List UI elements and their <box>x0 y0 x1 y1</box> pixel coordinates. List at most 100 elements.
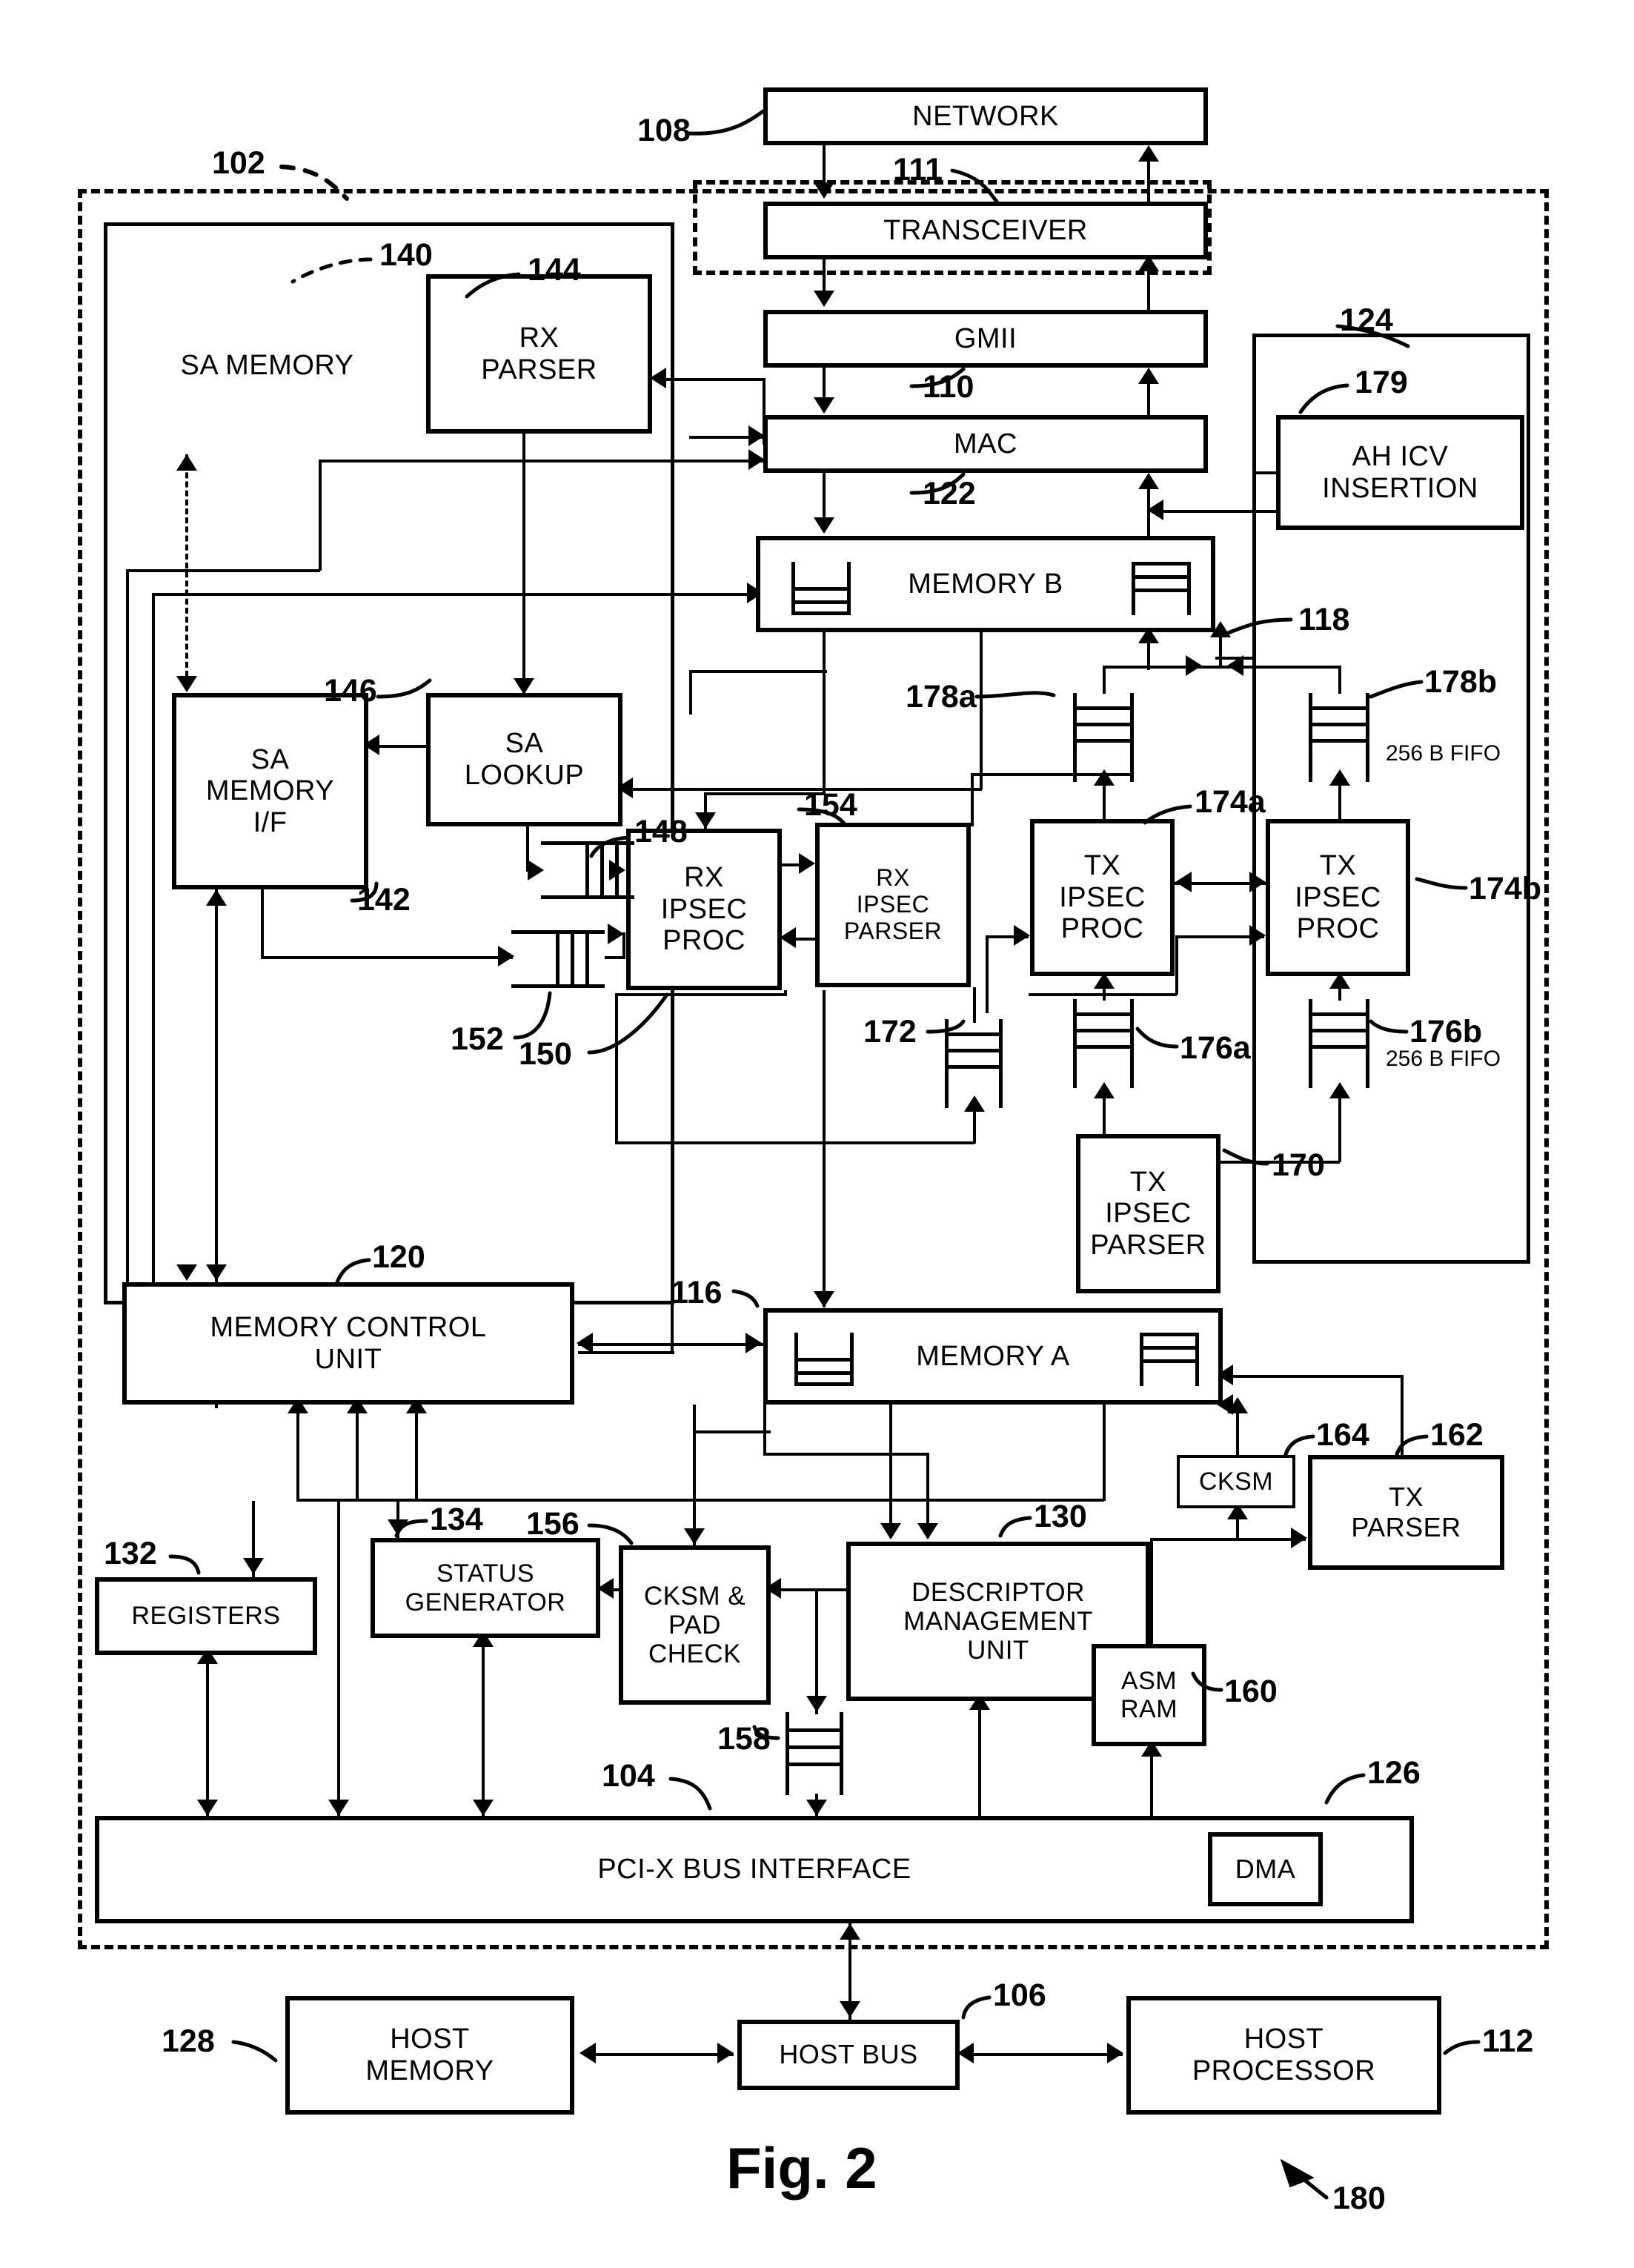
ref-164: 164 <box>1316 1417 1369 1453</box>
block-memory-a-label: MEMORY A <box>916 1340 1070 1372</box>
ref-112: 112 <box>1482 2023 1534 2059</box>
fifo-176b-icon <box>1309 999 1369 1088</box>
block-gmii[interactable]: GMII <box>763 310 1208 368</box>
wire-memoryb-down-to-salookup <box>980 631 983 789</box>
arrow-merge-right <box>1186 655 1202 676</box>
wire-txipseca-left-riser <box>986 935 989 1013</box>
block-asm-ram-line2: RAM <box>1120 1695 1178 1723</box>
arrow-into-mcu-1 <box>176 1264 197 1281</box>
block-ah-icv-insertion[interactable]: AH ICV INSERTION <box>1276 415 1524 530</box>
block-status-generator-line1: STATUS <box>436 1559 535 1588</box>
block-sa-memory-if[interactable]: SA MEMORY I/F <box>172 693 368 889</box>
block-dma-label: DMA <box>1235 1853 1296 1884</box>
ref-158: 158 <box>717 1721 771 1757</box>
block-cksm-pad-check[interactable]: CKSM & PAD CHECK <box>619 1545 771 1705</box>
block-network[interactable]: NETWORK <box>763 87 1208 145</box>
leader-128 <box>231 2040 278 2063</box>
block-host-processor[interactable]: HOST PROCESSOR <box>1126 1996 1441 2115</box>
arrow-merge-left <box>1227 655 1243 676</box>
block-tx-ipsec-parser[interactable]: TX IPSEC PARSER <box>1076 1134 1220 1293</box>
block-tx-parser[interactable]: TX PARSER <box>1308 1455 1504 1570</box>
wire-lower-bus-to-fifo172 <box>615 1141 974 1144</box>
wire-fifo172-riser <box>973 1108 976 1144</box>
block-transceiver-label: TRANSCEIVER <box>883 214 1088 246</box>
wire-asmram-to-pcix <box>1150 1746 1153 1819</box>
wire-sa-memory-dashed <box>185 454 188 677</box>
block-sa-lookup-line2: LOOKUP <box>464 760 585 791</box>
block-rx-parser-line2: PARSER <box>481 354 597 385</box>
wire-network-to-transceiver <box>823 145 826 184</box>
block-tx-ipsec-proc-b-line1: TX <box>1319 850 1357 882</box>
block-asm-ram[interactable]: ASM RAM <box>1092 1644 1206 1746</box>
arrow-mcu-rail-to-registers <box>243 1558 264 1574</box>
ref-108: 108 <box>637 113 691 148</box>
block-rx-parser[interactable]: RX PARSER <box>426 274 652 434</box>
block-memory-control-unit[interactable]: MEMORY CONTROL UNIT <box>122 1282 574 1405</box>
arrow-dmu-to-txparser <box>1291 1528 1307 1548</box>
block-sa-memory-if-line3: I/F <box>253 806 288 838</box>
block-sa-memory-label: SA MEMORY <box>180 349 354 381</box>
wire-mcu-bottom-1 <box>296 1405 299 1501</box>
block-host-processor-line2: PROCESSOR <box>1192 2055 1376 2086</box>
arrow-to-hostprocessor <box>1107 2043 1123 2063</box>
block-cksm[interactable]: CKSM <box>1177 1455 1295 1508</box>
block-tx-ipsec-proc-a-line3: PROC <box>1060 913 1144 945</box>
arrow-into-mcu-2 <box>206 1264 227 1281</box>
block-sa-memory-if-line2: MEMORY <box>205 775 335 807</box>
arrow-to-sa-memory-if <box>176 676 197 692</box>
block-host-memory-line2: MEMORY <box>365 2055 494 2086</box>
ref-102: 102 <box>212 145 265 181</box>
fifo-148-icon <box>541 841 634 899</box>
block-tx-parser-line1: TX <box>1388 1482 1424 1513</box>
arrow-registers-to-pcix <box>197 1800 218 1816</box>
memory-b-output-fifo-icon <box>1132 562 1191 615</box>
block-sa-memory[interactable]: SA MEMORY <box>132 276 402 454</box>
arrow-fifo152-to-rxipsec <box>608 924 624 944</box>
arrow-status-to-pcix <box>473 1800 494 1816</box>
wire-hostbus-hostprocessor <box>963 2053 1123 2056</box>
block-tx-ipsec-proc-a[interactable]: TX IPSEC PROC <box>1030 819 1175 976</box>
wire-mcu-bottom-3 <box>415 1405 418 1501</box>
block-host-memory[interactable]: HOST MEMORY <box>285 1996 574 2115</box>
block-memory-b-label: MEMORY B <box>908 568 1063 600</box>
block-rx-ipsec-proc[interactable]: RX IPSEC PROC <box>626 829 782 990</box>
wire-left-bus-to-pcix <box>337 1499 340 1820</box>
block-cksm-pad-line3: CHECK <box>648 1639 741 1669</box>
block-mac[interactable]: MAC <box>763 415 1208 473</box>
ref-146: 146 <box>324 673 377 709</box>
note-256b-fifo-lower: 256 B FIFO <box>1386 1047 1501 1071</box>
wire-memorya-dmu-branch-riser <box>763 1405 766 1453</box>
block-rx-ipsec-parser[interactable]: RX IPSEC PARSER <box>815 823 971 987</box>
block-host-bus[interactable]: HOST BUS <box>737 2020 960 2090</box>
arrow-mac-to-rxparser <box>650 368 666 388</box>
arrow-txipsec-b-to-a <box>1175 872 1192 892</box>
block-tx-ipsec-proc-b[interactable]: TX IPSEC PROC <box>1266 819 1410 976</box>
block-transceiver[interactable]: TRANSCEIVER <box>763 202 1208 259</box>
ref-134: 134 <box>430 1502 483 1537</box>
wire-memoryb-down-center <box>823 632 826 794</box>
block-dma[interactable]: DMA <box>1208 1832 1323 1906</box>
block-status-generator[interactable]: STATUS GENERATOR <box>371 1538 600 1638</box>
figure-canvas: NETWORK TRANSCEIVER GMII MAC MEMORY B SA… <box>0 0 1634 2268</box>
arrow-transceiver-to-gmii <box>814 291 834 307</box>
block-descriptor-line2: MANAGEMENT <box>903 1606 1093 1636</box>
arrow-txipseca-to-b-lower <box>1249 925 1266 946</box>
wire-hostmemory-hostbus <box>585 2053 734 2056</box>
wire-left-rail-b <box>152 593 155 1286</box>
block-sa-lookup[interactable]: SA LOOKUP <box>426 693 622 826</box>
arrow-memorya-to-dmu-2 <box>917 1523 938 1539</box>
arrow-mcu-rail-to-status <box>388 1519 408 1536</box>
block-tx-ipsec-parser-line2: IPSEC <box>1105 1198 1192 1230</box>
ref-122: 122 <box>923 476 976 511</box>
wire-memorya-to-dmu-1 <box>889 1405 892 1538</box>
arrow-to-hostbus-right <box>957 2043 974 2063</box>
arrow-to-hostmemory <box>579 2043 596 2063</box>
wire-mac-to-memoryb <box>823 473 826 519</box>
wire-txparser-to-fifo176b <box>1338 1088 1341 1162</box>
arrow-pcix-to-hostbus <box>840 2001 860 2017</box>
wire-txipseca-bottom-riser <box>1175 935 1178 995</box>
wire-txparser-to-memorya-h <box>1230 1375 1402 1378</box>
block-registers[interactable]: REGISTERS <box>95 1577 317 1655</box>
ref-154: 154 <box>804 787 857 823</box>
leader-108 <box>687 109 765 136</box>
